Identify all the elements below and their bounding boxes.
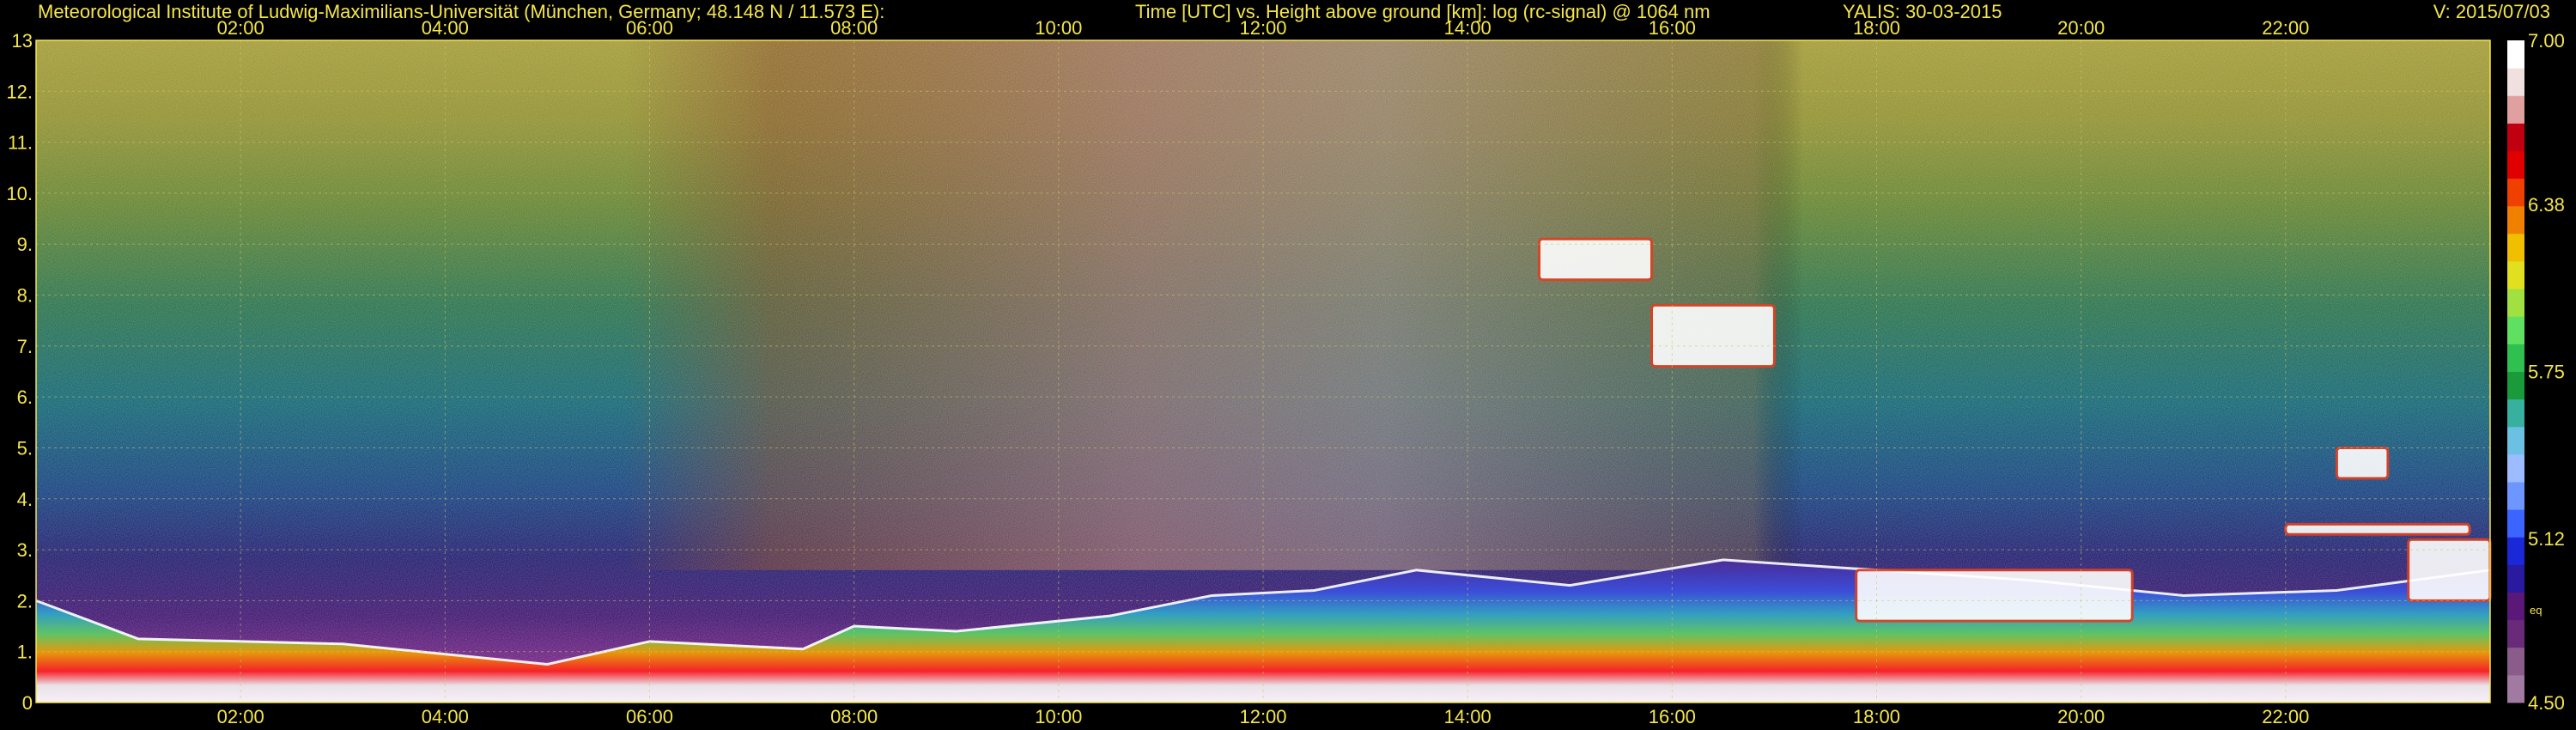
colorbar-segment-3 [2507, 592, 2524, 621]
y-tick-10: 10. [6, 183, 33, 204]
y-tick-13: 13 [12, 30, 33, 52]
colorbar-segment-1 [2507, 647, 2524, 676]
x-tick-bottom-0: 02:00 [217, 706, 264, 727]
x-tick-bottom-8: 18:00 [1853, 706, 1900, 727]
cloud-layer-1 [1538, 237, 1654, 282]
y-tick-2: 2. [17, 590, 33, 611]
colorbar-segment-14 [2507, 289, 2524, 317]
colorbar: 7.00 6.38 5.75 5.12 4.50 eq [2507, 30, 2565, 714]
cloud-layer-0 [1650, 303, 1776, 368]
y-tick-11: 11. [8, 132, 33, 154]
x-tick-top-6: 14:00 [1444, 17, 1492, 39]
x-tick-bottom-6: 14:00 [1444, 706, 1492, 727]
x-tick-top-4: 10:00 [1035, 17, 1082, 39]
x-tick-bottom-7: 16:00 [1649, 706, 1696, 727]
y-tick-6: 6. [17, 386, 33, 408]
colorbar-segment-2 [2507, 619, 2524, 648]
colorbar-segment-13 [2507, 316, 2524, 344]
cloud-layer-4 [2407, 538, 2492, 602]
colorbar-segment-12 [2507, 344, 2524, 372]
cloud-layer-5 [1855, 569, 2134, 623]
y-tick-3: 3. [17, 539, 33, 561]
x-tick-bottom-4: 10:00 [1035, 706, 1082, 727]
x-tick-top-1: 04:00 [422, 17, 469, 39]
colorbar-segment-16 [2507, 233, 2524, 262]
x-tick-bottom-5: 12:00 [1239, 706, 1286, 727]
colorbar-unit-label: eq [2530, 604, 2542, 617]
colorbar-segment-8 [2507, 453, 2524, 483]
colorbar-tick-0: 7.00 [2528, 30, 2565, 52]
colorbar-segment-5 [2507, 537, 2524, 565]
x-tick-top-8: 18:00 [1853, 17, 1900, 39]
y-tick-5: 5. [17, 437, 33, 459]
colorbar-segment-4 [2507, 564, 2524, 593]
colorbar-segment-9 [2507, 426, 2524, 455]
colorbar-segment-0 [2507, 674, 2524, 703]
colorbar-segment-22 [2507, 68, 2524, 96]
y-tick-7: 7. [17, 336, 33, 357]
x-tick-top-0: 02:00 [217, 17, 264, 39]
colorbar-segment-6 [2507, 509, 2524, 538]
y-tick-12: 12. [6, 81, 33, 102]
lidar-heatmap-chart: 02:00 02:00 04:00 04:00 06:00 06:00 08:00 08:00… [6, 17, 2565, 727]
x-tick-bottom-1: 04:00 [422, 706, 469, 727]
x-tick-bottom-3: 08:00 [830, 706, 878, 727]
x-tick-top-5: 12:00 [1239, 17, 1286, 39]
colorbar-segment-10 [2507, 398, 2524, 428]
cloud-layer-3 [2335, 446, 2390, 480]
x-tick-top-9: 20:00 [2057, 17, 2105, 39]
colorbar-segment-17 [2507, 205, 2524, 234]
colorbar-tick-4: 4.50 [2528, 692, 2565, 714]
colorbar-tick-2: 5.75 [2528, 362, 2565, 383]
colorbar-segment-15 [2507, 261, 2524, 289]
x-tick-top-10: 22:00 [2262, 17, 2309, 39]
y-tick-0: 0 [22, 692, 33, 714]
colorbar-segment-20 [2507, 123, 2524, 151]
y-tick-1: 1. [17, 642, 33, 663]
colorbar-segment-23 [2507, 40, 2524, 69]
x-tick-bottom-9: 20:00 [2057, 706, 2105, 727]
x-tick-top-2: 06:00 [626, 17, 673, 39]
x-tick-top-7: 16:00 [1649, 17, 1696, 39]
cloud-layer-2 [2284, 522, 2471, 536]
x-tick-top-3: 08:00 [830, 17, 878, 39]
colorbar-segment-19 [2507, 150, 2524, 179]
colorbar-segment-7 [2507, 482, 2524, 510]
y-tick-8: 8. [17, 285, 33, 307]
x-tick-bottom-10: 22:00 [2262, 706, 2309, 727]
y-tick-4: 4. [17, 489, 33, 510]
colorbar-tick-1: 6.38 [2528, 194, 2565, 216]
colorbar-segment-11 [2507, 371, 2524, 400]
colorbar-segment-18 [2507, 178, 2524, 207]
colorbar-tick-3: 5.12 [2528, 528, 2565, 550]
x-tick-bottom-2: 06:00 [626, 706, 673, 727]
y-tick-9: 9. [17, 234, 33, 255]
colorbar-segment-21 [2507, 95, 2524, 124]
